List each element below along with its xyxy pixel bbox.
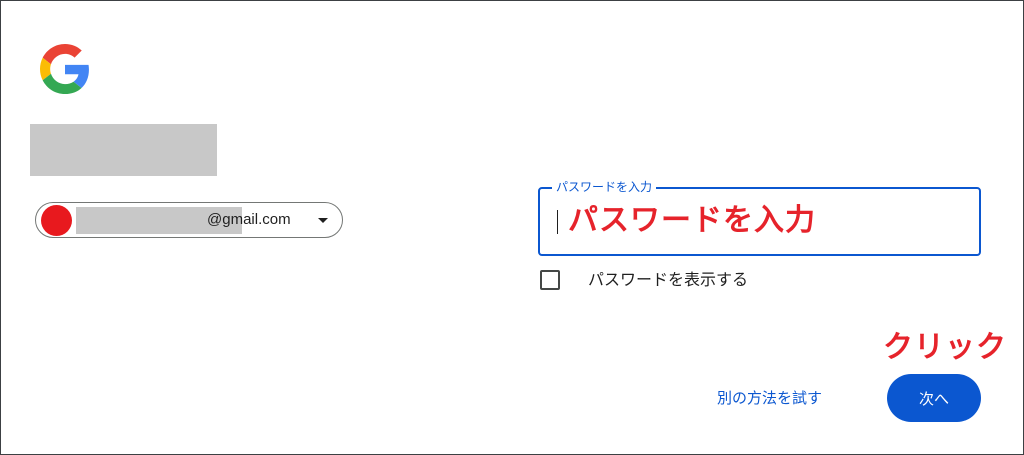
show-password-checkbox[interactable] — [540, 270, 560, 290]
password-annotation: パスワードを入力 — [568, 203, 816, 238]
click-annotation: クリック — [883, 330, 1007, 365]
google-logo-icon — [40, 44, 89, 94]
next-button[interactable]: 次へ — [887, 374, 981, 422]
text-caret — [557, 210, 558, 234]
password-input[interactable]: パスワードを入力 パスワードを入力 — [538, 179, 981, 256]
show-password-label: パスワードを表示する — [588, 270, 749, 289]
password-field-label: パスワードを入力 — [552, 179, 657, 195]
redacted-heading — [30, 124, 217, 176]
chevron-down-icon — [318, 218, 328, 223]
avatar — [41, 205, 72, 236]
try-another-way-link[interactable]: 別の方法を試す — [717, 388, 822, 408]
email-domain-text: @gmail.com — [207, 211, 291, 228]
account-chooser-chip[interactable]: @gmail.com — [35, 202, 343, 238]
